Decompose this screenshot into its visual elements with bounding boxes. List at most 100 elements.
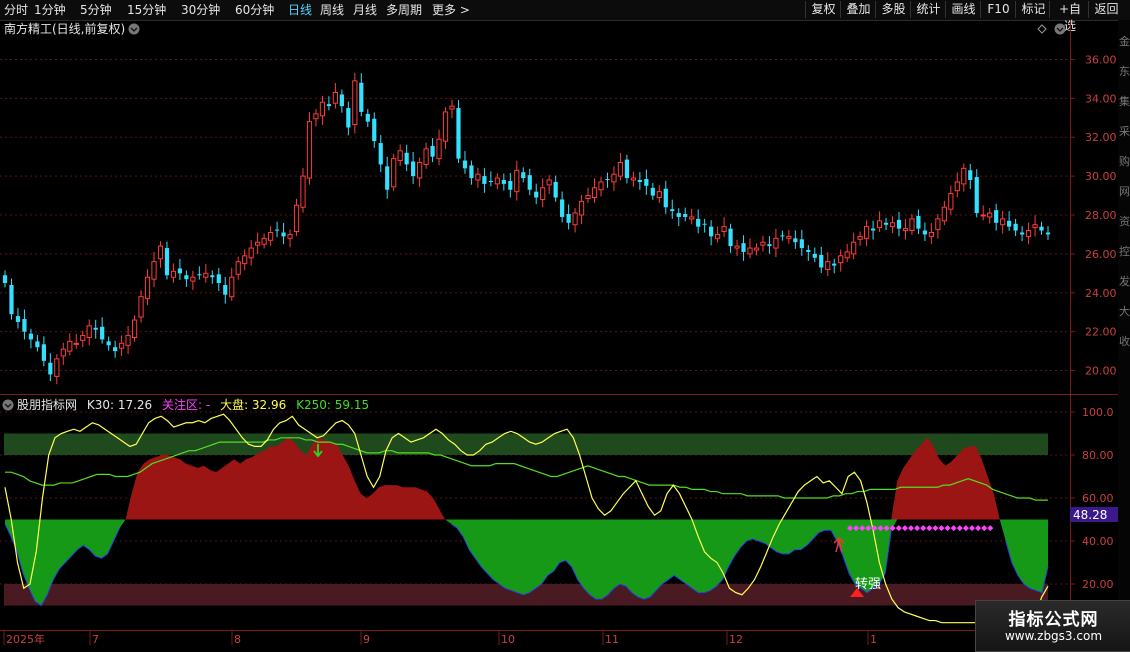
- candle[interactable]: [560, 191, 565, 223]
- candle[interactable]: [780, 230, 785, 241]
- candle[interactable]: [585, 187, 591, 203]
- candle[interactable]: [235, 256, 241, 280]
- candle[interactable]: [508, 173, 513, 198]
- candle[interactable]: [838, 249, 844, 272]
- candle[interactable]: [125, 326, 131, 355]
- candle[interactable]: [1025, 222, 1032, 245]
- candle[interactable]: [9, 278, 14, 320]
- candle[interactable]: [870, 220, 876, 240]
- candle[interactable]: [385, 156, 390, 199]
- indicator-dropdown-icon[interactable]: [2, 399, 14, 411]
- candle[interactable]: [449, 99, 455, 118]
- candle[interactable]: [656, 185, 662, 203]
- candle[interactable]: [819, 246, 824, 273]
- candle[interactable]: [715, 226, 721, 243]
- candle[interactable]: [106, 336, 111, 351]
- candlestick-series[interactable]: [2, 72, 1051, 385]
- candle[interactable]: [650, 182, 655, 200]
- candle[interactable]: [721, 217, 727, 237]
- candle[interactable]: [747, 238, 753, 259]
- candle[interactable]: [488, 171, 493, 187]
- candle[interactable]: [546, 175, 552, 194]
- candle[interactable]: [637, 172, 642, 190]
- candle[interactable]: [210, 270, 215, 284]
- candle[interactable]: [404, 144, 409, 172]
- candle[interactable]: [151, 252, 157, 287]
- candle[interactable]: [644, 169, 649, 195]
- candle[interactable]: [203, 263, 209, 283]
- candle[interactable]: [683, 207, 688, 222]
- candle[interactable]: [941, 200, 947, 226]
- candle[interactable]: [157, 241, 164, 268]
- candle[interactable]: [832, 258, 837, 274]
- candle[interactable]: [268, 226, 274, 246]
- candle[interactable]: [605, 172, 610, 188]
- candle[interactable]: [164, 241, 170, 280]
- candle[interactable]: [902, 219, 909, 240]
- candle[interactable]: [86, 319, 92, 346]
- candle[interactable]: [864, 220, 870, 247]
- candle[interactable]: [741, 235, 746, 261]
- candle[interactable]: [190, 270, 196, 291]
- candle[interactable]: [430, 138, 435, 163]
- candle[interactable]: [521, 167, 526, 183]
- candle[interactable]: [391, 153, 397, 192]
- candle[interactable]: [346, 101, 351, 136]
- candle[interactable]: [527, 168, 532, 196]
- candle[interactable]: [773, 228, 779, 257]
- candle[interactable]: [812, 247, 817, 263]
- candle[interactable]: [676, 208, 681, 226]
- candle[interactable]: [138, 290, 144, 323]
- candle[interactable]: [566, 204, 571, 230]
- candle[interactable]: [844, 243, 850, 263]
- candle[interactable]: [67, 333, 73, 356]
- candle[interactable]: [948, 185, 954, 215]
- candle[interactable]: [1007, 211, 1012, 231]
- candle[interactable]: [799, 229, 804, 256]
- candle[interactable]: [702, 218, 707, 233]
- candle[interactable]: [300, 168, 306, 213]
- candle[interactable]: [896, 211, 902, 237]
- candle[interactable]: [177, 258, 183, 280]
- candle[interactable]: [60, 342, 66, 365]
- candle[interactable]: [48, 353, 53, 382]
- candle[interactable]: [417, 157, 423, 187]
- main-settings-icon[interactable]: [1054, 23, 1066, 35]
- candle[interactable]: [442, 107, 449, 149]
- candle[interactable]: [378, 135, 383, 173]
- candle[interactable]: [617, 152, 624, 181]
- candle[interactable]: [611, 166, 617, 191]
- candle[interactable]: [54, 354, 60, 385]
- candle[interactable]: [197, 266, 202, 280]
- candle[interactable]: [591, 178, 598, 203]
- candle[interactable]: [119, 335, 125, 356]
- candle[interactable]: [598, 177, 604, 197]
- candle[interactable]: [255, 232, 261, 255]
- candle[interactable]: [689, 208, 695, 225]
- candle[interactable]: [935, 214, 941, 239]
- candle[interactable]: [968, 163, 973, 189]
- candle[interactable]: [28, 328, 34, 349]
- candle[interactable]: [469, 160, 474, 185]
- candle[interactable]: [475, 167, 481, 188]
- candle[interactable]: [553, 175, 558, 202]
- candle[interactable]: [624, 154, 630, 184]
- candle[interactable]: [540, 178, 546, 208]
- candle[interactable]: [274, 221, 280, 238]
- candle[interactable]: [184, 270, 189, 287]
- candle[interactable]: [857, 231, 863, 246]
- candle[interactable]: [916, 209, 921, 235]
- candle[interactable]: [1019, 226, 1025, 242]
- candle[interactable]: [170, 263, 177, 283]
- candle[interactable]: [35, 334, 40, 352]
- candle[interactable]: [100, 317, 105, 344]
- candle[interactable]: [994, 203, 999, 231]
- candle[interactable]: [889, 216, 896, 234]
- candle[interactable]: [786, 229, 792, 244]
- candle[interactable]: [223, 277, 228, 304]
- candle[interactable]: [630, 171, 636, 187]
- candle[interactable]: [423, 142, 429, 169]
- candle[interactable]: [15, 308, 21, 329]
- candle[interactable]: [987, 208, 993, 224]
- candle[interactable]: [352, 72, 358, 134]
